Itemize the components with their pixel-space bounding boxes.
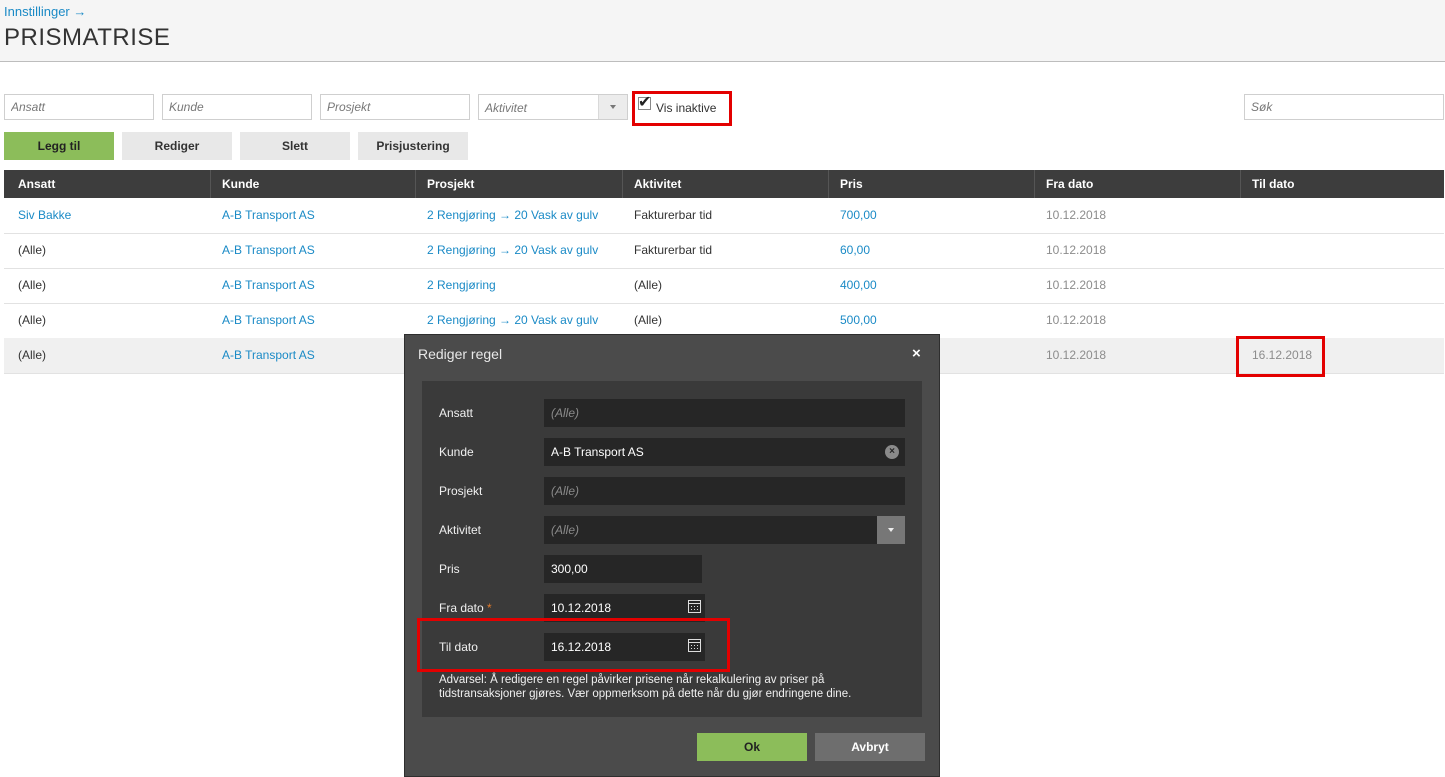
cell-fra-dato: 10.12.2018 — [1046, 208, 1107, 222]
cancel-button[interactable]: Avbryt — [815, 733, 925, 761]
page-header: Innstillinger → PRISMATRISE — [0, 0, 1445, 62]
cell-prosjekt[interactable]: 2 Rengjøring → 20 Vask av gulv — [427, 243, 598, 257]
cell-prosjekt[interactable]: 2 Rengjøring → 20 Vask av gulv — [427, 208, 598, 222]
fra-dato-label-text: Fra dato — [439, 601, 484, 615]
edit-rule-dialog: Rediger regel × Ansatt (Alle) Kunde A-B … — [404, 334, 940, 777]
highlight-box-til-dato-cell — [1236, 336, 1325, 377]
column-header-kunde[interactable]: Kunde — [222, 177, 259, 191]
aktivitet-label: Aktivitet — [439, 523, 482, 537]
breadcrumb-settings-link[interactable]: Innstillinger → — [4, 4, 86, 19]
page-title: PRISMATRISE — [4, 24, 171, 51]
prosjekt-filter-input[interactable] — [320, 94, 470, 120]
table-row[interactable]: (Alle) A-B Transport AS 2 Rengjøring (Al… — [4, 268, 1444, 304]
column-header-til-dato[interactable]: Til dato — [1252, 177, 1294, 191]
cell-fra-dato: 10.12.2018 — [1046, 243, 1107, 257]
search-input[interactable] — [1244, 94, 1444, 120]
kunde-field-value: A-B Transport AS — [551, 445, 644, 459]
cell-pris[interactable]: 700,00 — [840, 208, 877, 222]
cell-kunde[interactable]: A-B Transport AS — [222, 243, 315, 257]
cell-prosjekt[interactable]: 2 Rengjøring → 20 Vask av gulv — [427, 313, 598, 327]
column-header-prosjekt[interactable]: Prosjekt — [427, 177, 474, 191]
cell-ansatt: (Alle) — [18, 243, 47, 257]
aktivitet-filter-select[interactable]: Aktivitet — [478, 94, 628, 120]
prosjekt-field[interactable]: (Alle) — [544, 477, 905, 505]
ansatt-field[interactable]: (Alle) — [544, 399, 905, 427]
ansatt-filter-input[interactable] — [4, 94, 154, 120]
kunde-filter-input[interactable] — [162, 94, 312, 120]
column-header-pris[interactable]: Pris — [840, 177, 863, 191]
pris-field[interactable]: 300,00 — [544, 555, 702, 583]
cell-pris[interactable]: 60,00 — [840, 243, 870, 257]
price-adjustment-button[interactable]: Prisjustering — [358, 132, 468, 160]
prosjekt-label: Prosjekt — [439, 484, 483, 498]
ansatt-label: Ansatt — [439, 406, 474, 420]
calendar-icon[interactable] — [688, 600, 701, 613]
ok-button[interactable]: Ok — [697, 733, 807, 761]
prosjekt-field-value: (Alle) — [551, 484, 580, 498]
aktivitet-filter-placeholder: Aktivitet — [485, 101, 528, 115]
fra-dato-label: Fra dato * — [439, 601, 492, 615]
cell-aktivitet: Fakturerbar tid — [634, 243, 713, 257]
close-icon[interactable]: × — [912, 345, 921, 362]
delete-button[interactable]: Slett — [240, 132, 350, 160]
highlight-box-til-dato-field — [417, 618, 730, 672]
warning-text: Advarsel: Å redigere en regel påvirker p… — [439, 674, 852, 700]
cell-ansatt[interactable]: Siv Bakke — [18, 208, 71, 222]
highlight-box-vis-inaktive — [632, 91, 732, 126]
cell-aktivitet: Fakturerbar tid — [634, 208, 713, 222]
fra-dato-field-value: 10.12.2018 — [551, 601, 612, 615]
cell-fra-dato: 10.12.2018 — [1046, 348, 1107, 362]
cell-kunde[interactable]: A-B Transport AS — [222, 278, 315, 292]
cell-kunde[interactable]: A-B Transport AS — [222, 348, 315, 362]
cell-ansatt: (Alle) — [18, 278, 47, 292]
chevron-down-icon[interactable] — [877, 516, 905, 544]
cell-aktivitet: (Alle) — [634, 278, 663, 292]
required-marker: * — [487, 601, 492, 615]
cell-kunde[interactable]: A-B Transport AS — [222, 313, 315, 327]
cell-pris[interactable]: 500,00 — [840, 313, 877, 327]
pris-field-value: 300,00 — [551, 562, 588, 576]
aktivitet-select[interactable]: (Alle) — [544, 516, 905, 544]
cell-kunde[interactable]: A-B Transport AS — [222, 208, 315, 222]
ansatt-field-value: (Alle) — [551, 406, 580, 420]
table-row[interactable]: Siv Bakke A-B Transport AS 2 Rengjøring … — [4, 198, 1444, 234]
clear-icon[interactable]: × — [885, 445, 899, 459]
cell-ansatt: (Alle) — [18, 313, 47, 327]
edit-button[interactable]: Rediger — [122, 132, 232, 160]
cell-fra-dato: 10.12.2018 — [1046, 313, 1107, 327]
kunde-field[interactable]: A-B Transport AS × — [544, 438, 905, 466]
aktivitet-field-value: (Alle) — [551, 523, 580, 537]
cell-ansatt: (Alle) — [18, 348, 47, 362]
cell-pris[interactable]: 400,00 — [840, 278, 877, 292]
chevron-down-icon[interactable] — [598, 95, 627, 119]
pris-label: Pris — [439, 562, 460, 576]
column-header-ansatt[interactable]: Ansatt — [18, 177, 55, 191]
column-header-fra-dato[interactable]: Fra dato — [1046, 177, 1093, 191]
cell-fra-dato: 10.12.2018 — [1046, 278, 1107, 292]
kunde-label: Kunde — [439, 445, 474, 459]
grid-header: Ansatt Kunde Prosjekt Aktivitet Pris Fra… — [4, 170, 1444, 198]
column-header-aktivitet[interactable]: Aktivitet — [634, 177, 681, 191]
add-button[interactable]: Legg til — [4, 132, 114, 160]
cell-aktivitet: (Alle) — [634, 313, 663, 327]
cell-prosjekt[interactable]: 2 Rengjøring — [427, 278, 496, 292]
table-row[interactable]: (Alle) A-B Transport AS 2 Rengjøring → 2… — [4, 233, 1444, 269]
dialog-title: Rediger regel — [418, 346, 503, 362]
